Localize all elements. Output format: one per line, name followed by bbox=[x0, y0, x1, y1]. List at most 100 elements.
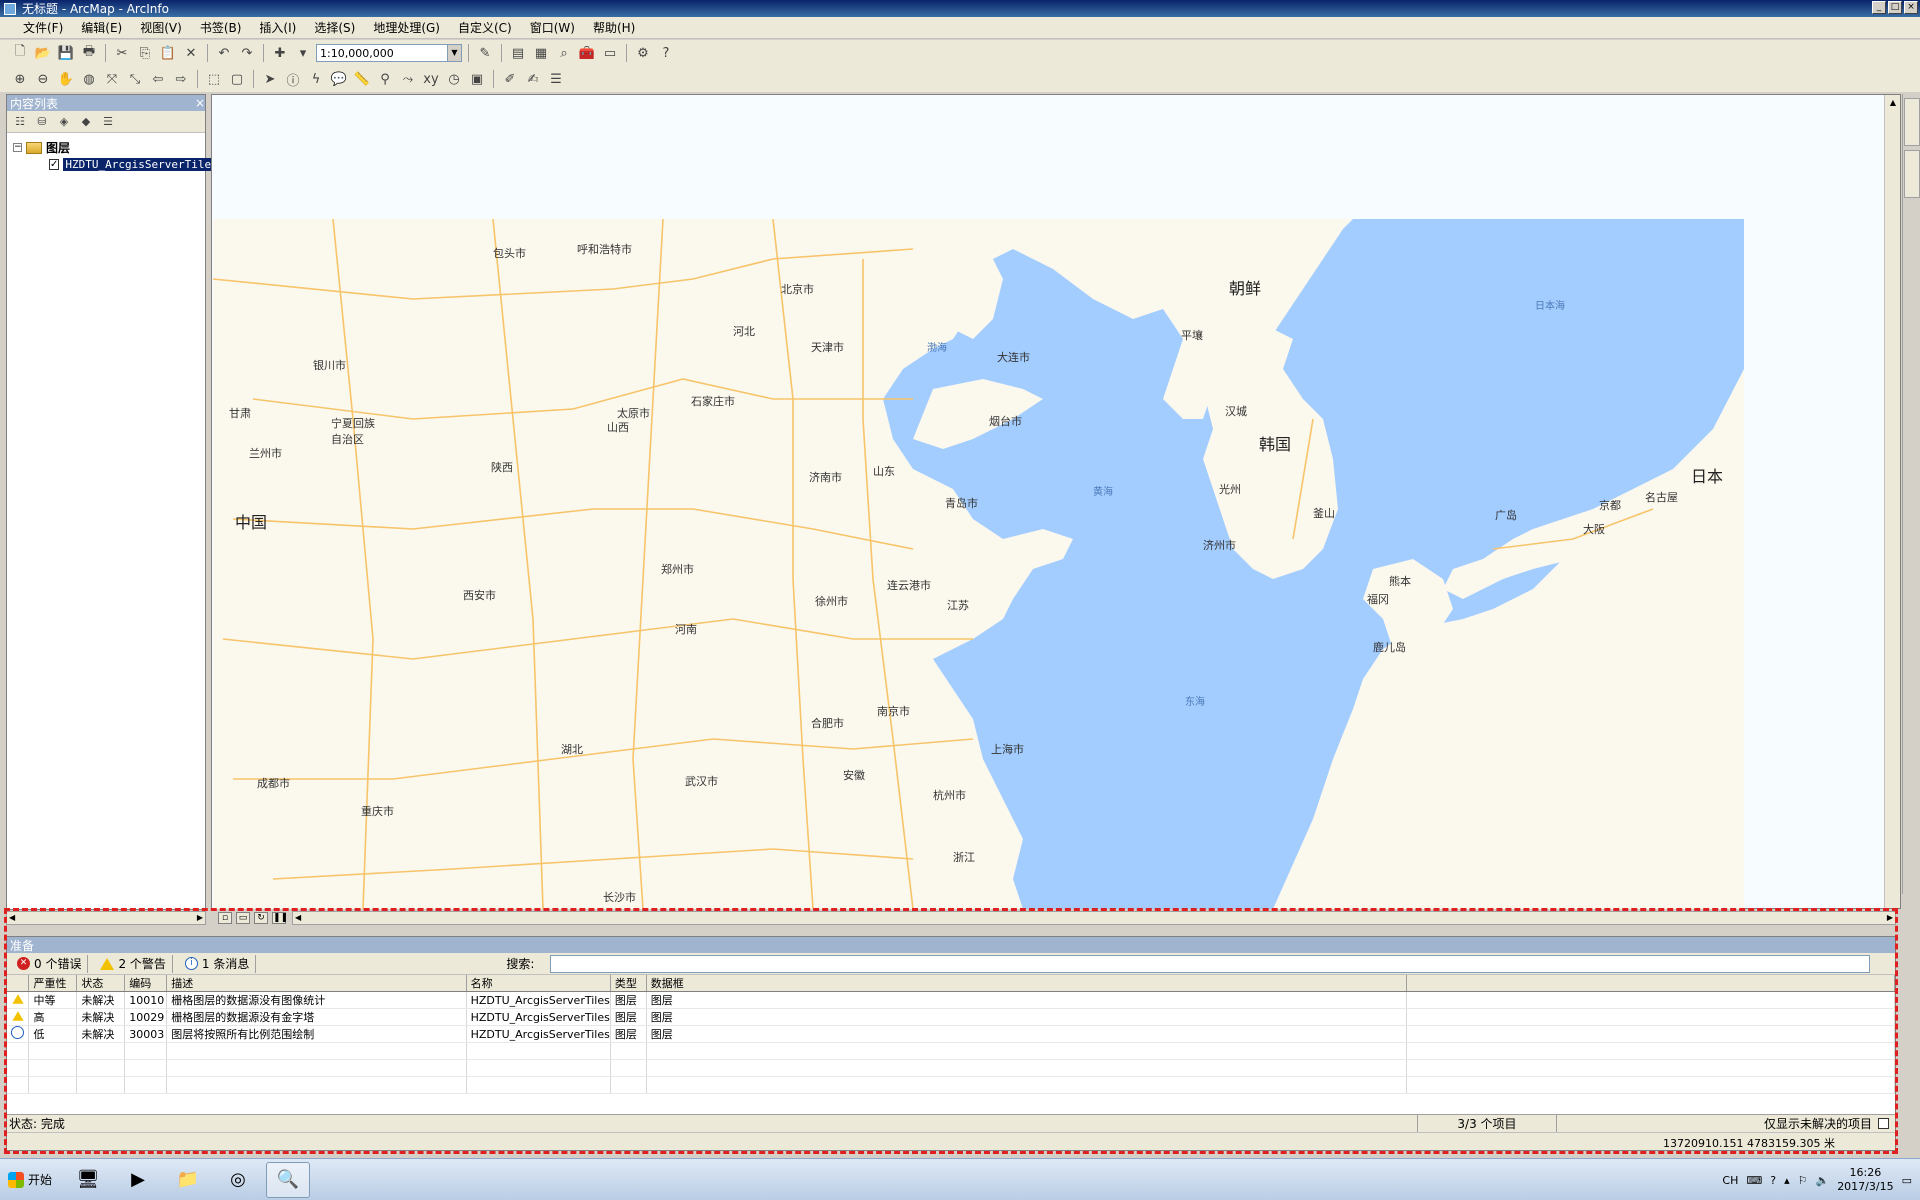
table-of-contents-icon[interactable]: ▤ bbox=[508, 43, 528, 63]
html-popup-icon[interactable]: 💬 bbox=[329, 69, 349, 89]
hyperlink-icon[interactable]: ϟ bbox=[306, 69, 326, 89]
catalog-dock-tab[interactable] bbox=[1904, 98, 1920, 146]
open-folder-icon[interactable]: 📂 bbox=[33, 43, 53, 63]
toc-horizontal-scrollbar[interactable]: ◀ ▶ bbox=[6, 911, 206, 925]
data-view-icon[interactable]: ▫ bbox=[218, 912, 232, 924]
list-by-drawing-order-icon[interactable]: ☷ bbox=[11, 113, 29, 131]
search-window-icon[interactable]: ⌕ bbox=[554, 43, 574, 63]
column-header[interactable]: 编码 bbox=[124, 975, 168, 992]
redo-icon[interactable]: ↷ bbox=[237, 43, 257, 63]
map-scale-combobox[interactable]: 1:10,000,000 ▼ bbox=[316, 44, 462, 62]
clock[interactable]: 16:26 2017/3/15 bbox=[1837, 1166, 1893, 1194]
menu-view[interactable]: 视图(V) bbox=[131, 19, 191, 36]
python-window-icon[interactable]: ▭ bbox=[600, 43, 620, 63]
language-indicator[interactable]: CH bbox=[1722, 1174, 1738, 1187]
column-header[interactable]: 严重性 bbox=[28, 975, 78, 992]
column-header[interactable]: 数据框 bbox=[646, 975, 1408, 992]
layer-name[interactable]: HZDTU_ArcgisServerTile bbox=[63, 158, 214, 171]
tray-expand-icon[interactable]: ▴ bbox=[1784, 1174, 1790, 1187]
close-button[interactable]: × bbox=[1904, 1, 1918, 14]
pan-hand-icon[interactable]: ✋ bbox=[56, 69, 76, 89]
time-slider-icon[interactable]: ◷ bbox=[444, 69, 464, 89]
cut-icon[interactable]: ✂ bbox=[112, 43, 132, 63]
fixed-zoom-in-icon[interactable]: ⤧ bbox=[102, 69, 122, 89]
scroll-right-arrow-icon[interactable]: ▶ bbox=[197, 912, 203, 924]
scroll-left-arrow-icon[interactable]: ◀ bbox=[295, 912, 301, 924]
basemap-tiles[interactable]: 中国 朝鲜 韩国 日本 北京市 天津市 石家庄市 太原市 济南市 青岛市 郑州市… bbox=[213, 219, 1744, 909]
column-header[interactable]: 类型 bbox=[610, 975, 647, 992]
print-icon[interactable]: 🖶 bbox=[79, 43, 99, 63]
menu-edit[interactable]: 编辑(E) bbox=[72, 19, 131, 36]
layer-visibility-checkbox[interactable]: ✓ bbox=[49, 159, 60, 170]
menu-customize[interactable]: 自定义(C) bbox=[449, 19, 521, 36]
list-by-selection-icon[interactable]: ◆ bbox=[77, 113, 95, 131]
column-header[interactable]: 名称 bbox=[466, 975, 611, 992]
forward-arrow-icon[interactable]: ⇨ bbox=[171, 69, 191, 89]
column-header[interactable]: 状态 bbox=[76, 975, 126, 992]
go-to-xy-icon[interactable]: xy bbox=[421, 69, 441, 89]
tree-row-layer[interactable]: ✓ HZDTU_ArcgisServerTile bbox=[13, 156, 214, 173]
file-explorer-icon[interactable]: 📁 bbox=[166, 1162, 210, 1198]
table-row[interactable]: 低 未解决 30003 图层将按照所有比例范围绘制 HZDTU_ArcgisSe… bbox=[7, 1025, 1895, 1043]
new-document-icon[interactable]: 🗋 bbox=[10, 43, 30, 63]
scroll-left-arrow-icon[interactable]: ◀ bbox=[9, 912, 15, 924]
start-button[interactable]: 开始 bbox=[0, 1162, 60, 1198]
scroll-up-arrow-icon[interactable]: ▲ bbox=[1885, 95, 1901, 111]
select-features-icon[interactable]: ⬚ bbox=[204, 69, 224, 89]
menu-insert[interactable]: 插入(I) bbox=[250, 19, 305, 36]
clear-selection-icon[interactable]: ▢ bbox=[227, 69, 247, 89]
find-route-icon[interactable]: ⤳ bbox=[398, 69, 418, 89]
powershell-icon[interactable]: ▶ bbox=[116, 1162, 160, 1198]
list-by-visibility-icon[interactable]: ◈ bbox=[55, 113, 73, 131]
save-icon[interactable]: 💾 bbox=[56, 43, 76, 63]
identify-icon[interactable]: ⓘ bbox=[283, 69, 303, 89]
back-arrow-icon[interactable]: ⇦ bbox=[148, 69, 168, 89]
add-data-icon[interactable]: ✚ bbox=[270, 43, 290, 63]
server-manager-icon[interactable]: 🖥 bbox=[66, 1162, 110, 1198]
editor-icon[interactable]: ✐ bbox=[500, 69, 520, 89]
keyboard-icon[interactable]: ⌨ bbox=[1746, 1174, 1762, 1187]
menu-help[interactable]: 帮助(H) bbox=[584, 19, 644, 36]
copy-icon[interactable]: ⎘ bbox=[135, 43, 155, 63]
arcmap-taskbar-icon[interactable]: 🔍 bbox=[266, 1161, 311, 1198]
layout-view-icon[interactable]: ▭ bbox=[236, 912, 250, 924]
undo-icon[interactable]: ↶ bbox=[214, 43, 234, 63]
add-data-dropdown-icon[interactable]: ▾ bbox=[293, 43, 313, 63]
table-row[interactable]: 中等 未解决 10010 栅格图层的数据源没有图像统计 HZDTU_Arcgis… bbox=[7, 991, 1895, 1009]
sketch-icon[interactable]: ✍ bbox=[523, 69, 543, 89]
scroll-right-arrow-icon[interactable]: ▶ bbox=[1887, 912, 1893, 924]
menu-geoprocessing[interactable]: 地理处理(G) bbox=[364, 19, 449, 36]
warnings-filter-button[interactable]: 2 个警告 bbox=[94, 954, 173, 973]
attributes-icon[interactable]: ☰ bbox=[546, 69, 566, 89]
menu-file[interactable]: 文件(F) bbox=[14, 19, 72, 36]
model-builder-icon[interactable]: ⚙ bbox=[633, 43, 653, 63]
find-binoculars-icon[interactable]: ⚲ bbox=[375, 69, 395, 89]
editor-toolbar-icon[interactable]: ✎ bbox=[475, 43, 495, 63]
delete-icon[interactable]: ✕ bbox=[181, 43, 201, 63]
map-vertical-scrollbar[interactable]: ▲ bbox=[1884, 95, 1900, 908]
options-icon[interactable]: ☰ bbox=[99, 113, 117, 131]
restore-button[interactable]: □ bbox=[1888, 1, 1902, 14]
show-desktop-icon[interactable]: ▭ bbox=[1902, 1174, 1912, 1187]
menu-windows[interactable]: 窗口(W) bbox=[521, 19, 584, 36]
paste-icon[interactable]: 📋 bbox=[158, 43, 178, 63]
select-elements-arrow-icon[interactable]: ➤ bbox=[260, 69, 280, 89]
map-view[interactable]: 中国 朝鲜 韩国 日本 北京市 天津市 石家庄市 太原市 济南市 青岛市 郑州市… bbox=[211, 94, 1901, 909]
map-horizontal-scrollbar[interactable]: ◀ ▶ bbox=[292, 911, 1896, 925]
close-icon[interactable]: × bbox=[195, 96, 205, 110]
menu-selection[interactable]: 选择(S) bbox=[305, 19, 364, 36]
search-dock-tab[interactable] bbox=[1904, 150, 1920, 198]
errors-filter-button[interactable]: ✕ 0 个错误 bbox=[11, 954, 89, 973]
volume-icon[interactable]: 🔈 bbox=[1815, 1174, 1829, 1187]
tree-row-root[interactable]: − 图层 bbox=[13, 139, 205, 156]
fixed-zoom-out-icon[interactable]: ⤡ bbox=[125, 69, 145, 89]
list-by-source-icon[interactable]: ⛁ bbox=[33, 113, 51, 131]
zoom-in-icon[interactable]: ⊕ bbox=[10, 69, 30, 89]
refresh-icon[interactable]: ↻ bbox=[254, 912, 268, 924]
arctoolbox-icon[interactable]: 🧰 bbox=[577, 43, 597, 63]
create-viewer-window-icon[interactable]: ▣ bbox=[467, 69, 487, 89]
collapse-icon[interactable]: − bbox=[13, 143, 22, 152]
catalog-icon[interactable]: ▦ bbox=[531, 43, 551, 63]
search-input[interactable] bbox=[550, 954, 1871, 973]
chevron-down-icon[interactable]: ▼ bbox=[447, 45, 461, 61]
